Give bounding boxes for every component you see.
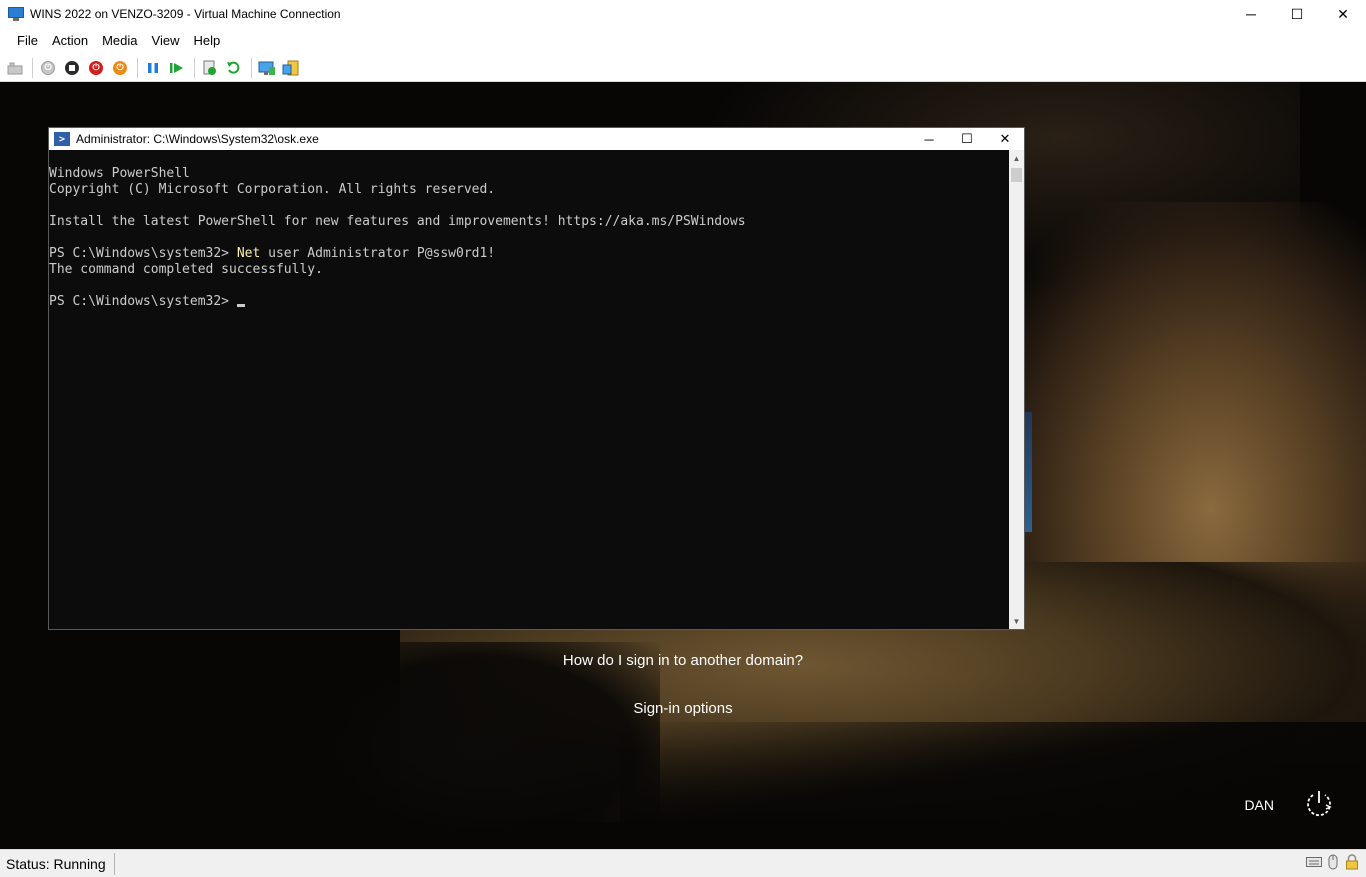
toolbar-separator [251, 57, 252, 78]
turn-off-icon [65, 60, 79, 75]
vm-status: Status: Running [0, 852, 115, 875]
console-line: Copyright (C) Microsoft Corporation. All… [49, 182, 496, 197]
reset-button[interactable] [166, 57, 188, 79]
power-icon[interactable] [1304, 788, 1334, 818]
console-input-line[interactable]: PS C:\Windows\system32> [49, 294, 1009, 310]
menu-action[interactable]: Action [45, 30, 95, 52]
revert-icon [227, 61, 240, 74]
console-prompt: PS C:\Windows\system32> [49, 246, 237, 261]
pause-button[interactable] [142, 57, 164, 79]
powershell-minimize-button[interactable]: ─ [910, 128, 948, 150]
shut-down-icon: ⏻ [89, 60, 103, 75]
toolbar-separator [137, 57, 138, 78]
close-button[interactable]: ✕ [1320, 0, 1366, 28]
lock-icon [1344, 854, 1360, 870]
menu-media[interactable]: Media [95, 30, 144, 52]
signin-options-link[interactable]: Sign-in options [0, 700, 1366, 717]
menu-bar: File Action Media View Help [0, 28, 1366, 54]
powershell-maximize-button[interactable]: ☐ [948, 128, 986, 150]
console-command-args: user Administrator P@ssw0rd1! [260, 246, 496, 261]
share-icon [282, 60, 299, 75]
powershell-window[interactable]: > Administrator: C:\Windows\System32\osk… [48, 127, 1025, 630]
window-controls: ─ ☐ ✕ [1228, 0, 1366, 28]
window-title: WINS 2022 on VENZO-3209 - Virtual Machin… [30, 7, 341, 21]
toolbar-separator [32, 57, 33, 78]
input-language-indicator[interactable]: DAN [1244, 797, 1274, 813]
scroll-up-button[interactable]: ▲ [1009, 150, 1024, 166]
mouse-icon [1325, 854, 1341, 870]
ctrl-alt-del-icon [7, 62, 23, 74]
console-command-line: PS C:\Windows\system32> Net user Adminis… [49, 246, 1009, 262]
maximize-button[interactable]: ☐ [1274, 0, 1320, 28]
console-command-keyword: Net [236, 246, 261, 261]
turn-off-button[interactable] [61, 57, 83, 79]
console-line: Install the latest PowerShell for new fe… [49, 214, 746, 229]
share-button[interactable] [280, 57, 302, 79]
save-state-button[interactable]: ⏻ [109, 57, 131, 79]
keyboard-icon [1306, 854, 1322, 870]
scroll-down-button[interactable]: ▼ [1009, 613, 1024, 629]
window-titlebar[interactable]: WINS 2022 on VENZO-3209 - Virtual Machin… [0, 0, 1366, 28]
console-scrollbar[interactable]: ▲ ▼ [1009, 150, 1024, 629]
shut-down-button[interactable]: ⏻ [85, 57, 107, 79]
powershell-window-controls: ─ ☐ ✕ [910, 128, 1024, 150]
reset-icon [170, 62, 183, 73]
console-output[interactable]: Windows PowerShell Copyright (C) Microsof… [49, 150, 1009, 629]
start-icon: ⏻ [41, 60, 55, 75]
toolbar: ⏻ ⏻ ⏻ [0, 54, 1366, 82]
powershell-icon: > [54, 132, 70, 146]
status-bar: Status: Running [0, 849, 1366, 877]
menu-help[interactable]: Help [186, 30, 227, 52]
checkpoint-button[interactable] [199, 57, 221, 79]
minimize-button[interactable]: ─ [1228, 0, 1274, 28]
powershell-title: Administrator: C:\Windows\System32\osk.e… [76, 132, 319, 146]
scroll-thumb[interactable] [1011, 168, 1022, 182]
console-line: The command completed successfully. [49, 262, 323, 277]
other-domain-link[interactable]: How do I sign in to another domain? [0, 652, 1366, 669]
enhanced-session-icon [258, 61, 275, 75]
toolbar-separator [194, 57, 195, 78]
powershell-close-button[interactable]: ✕ [986, 128, 1024, 150]
start-button[interactable]: ⏻ [37, 57, 59, 79]
status-icons [1306, 854, 1360, 870]
powershell-titlebar[interactable]: > Administrator: C:\Windows\System32\osk… [49, 128, 1024, 150]
console-line: Windows PowerShell [49, 166, 190, 181]
console-prompt: PS C:\Windows\system32> [49, 294, 237, 309]
save-icon: ⏻ [113, 60, 127, 75]
vm-connection-icon [8, 6, 24, 22]
pause-icon [148, 62, 158, 73]
menu-file[interactable]: File [10, 30, 45, 52]
revert-button[interactable] [223, 57, 245, 79]
text-cursor [236, 304, 245, 307]
enhanced-session-button[interactable] [256, 57, 278, 79]
menu-view[interactable]: View [145, 30, 187, 52]
ctrl-alt-del-button[interactable] [4, 57, 26, 79]
checkpoint-icon [203, 60, 216, 75]
